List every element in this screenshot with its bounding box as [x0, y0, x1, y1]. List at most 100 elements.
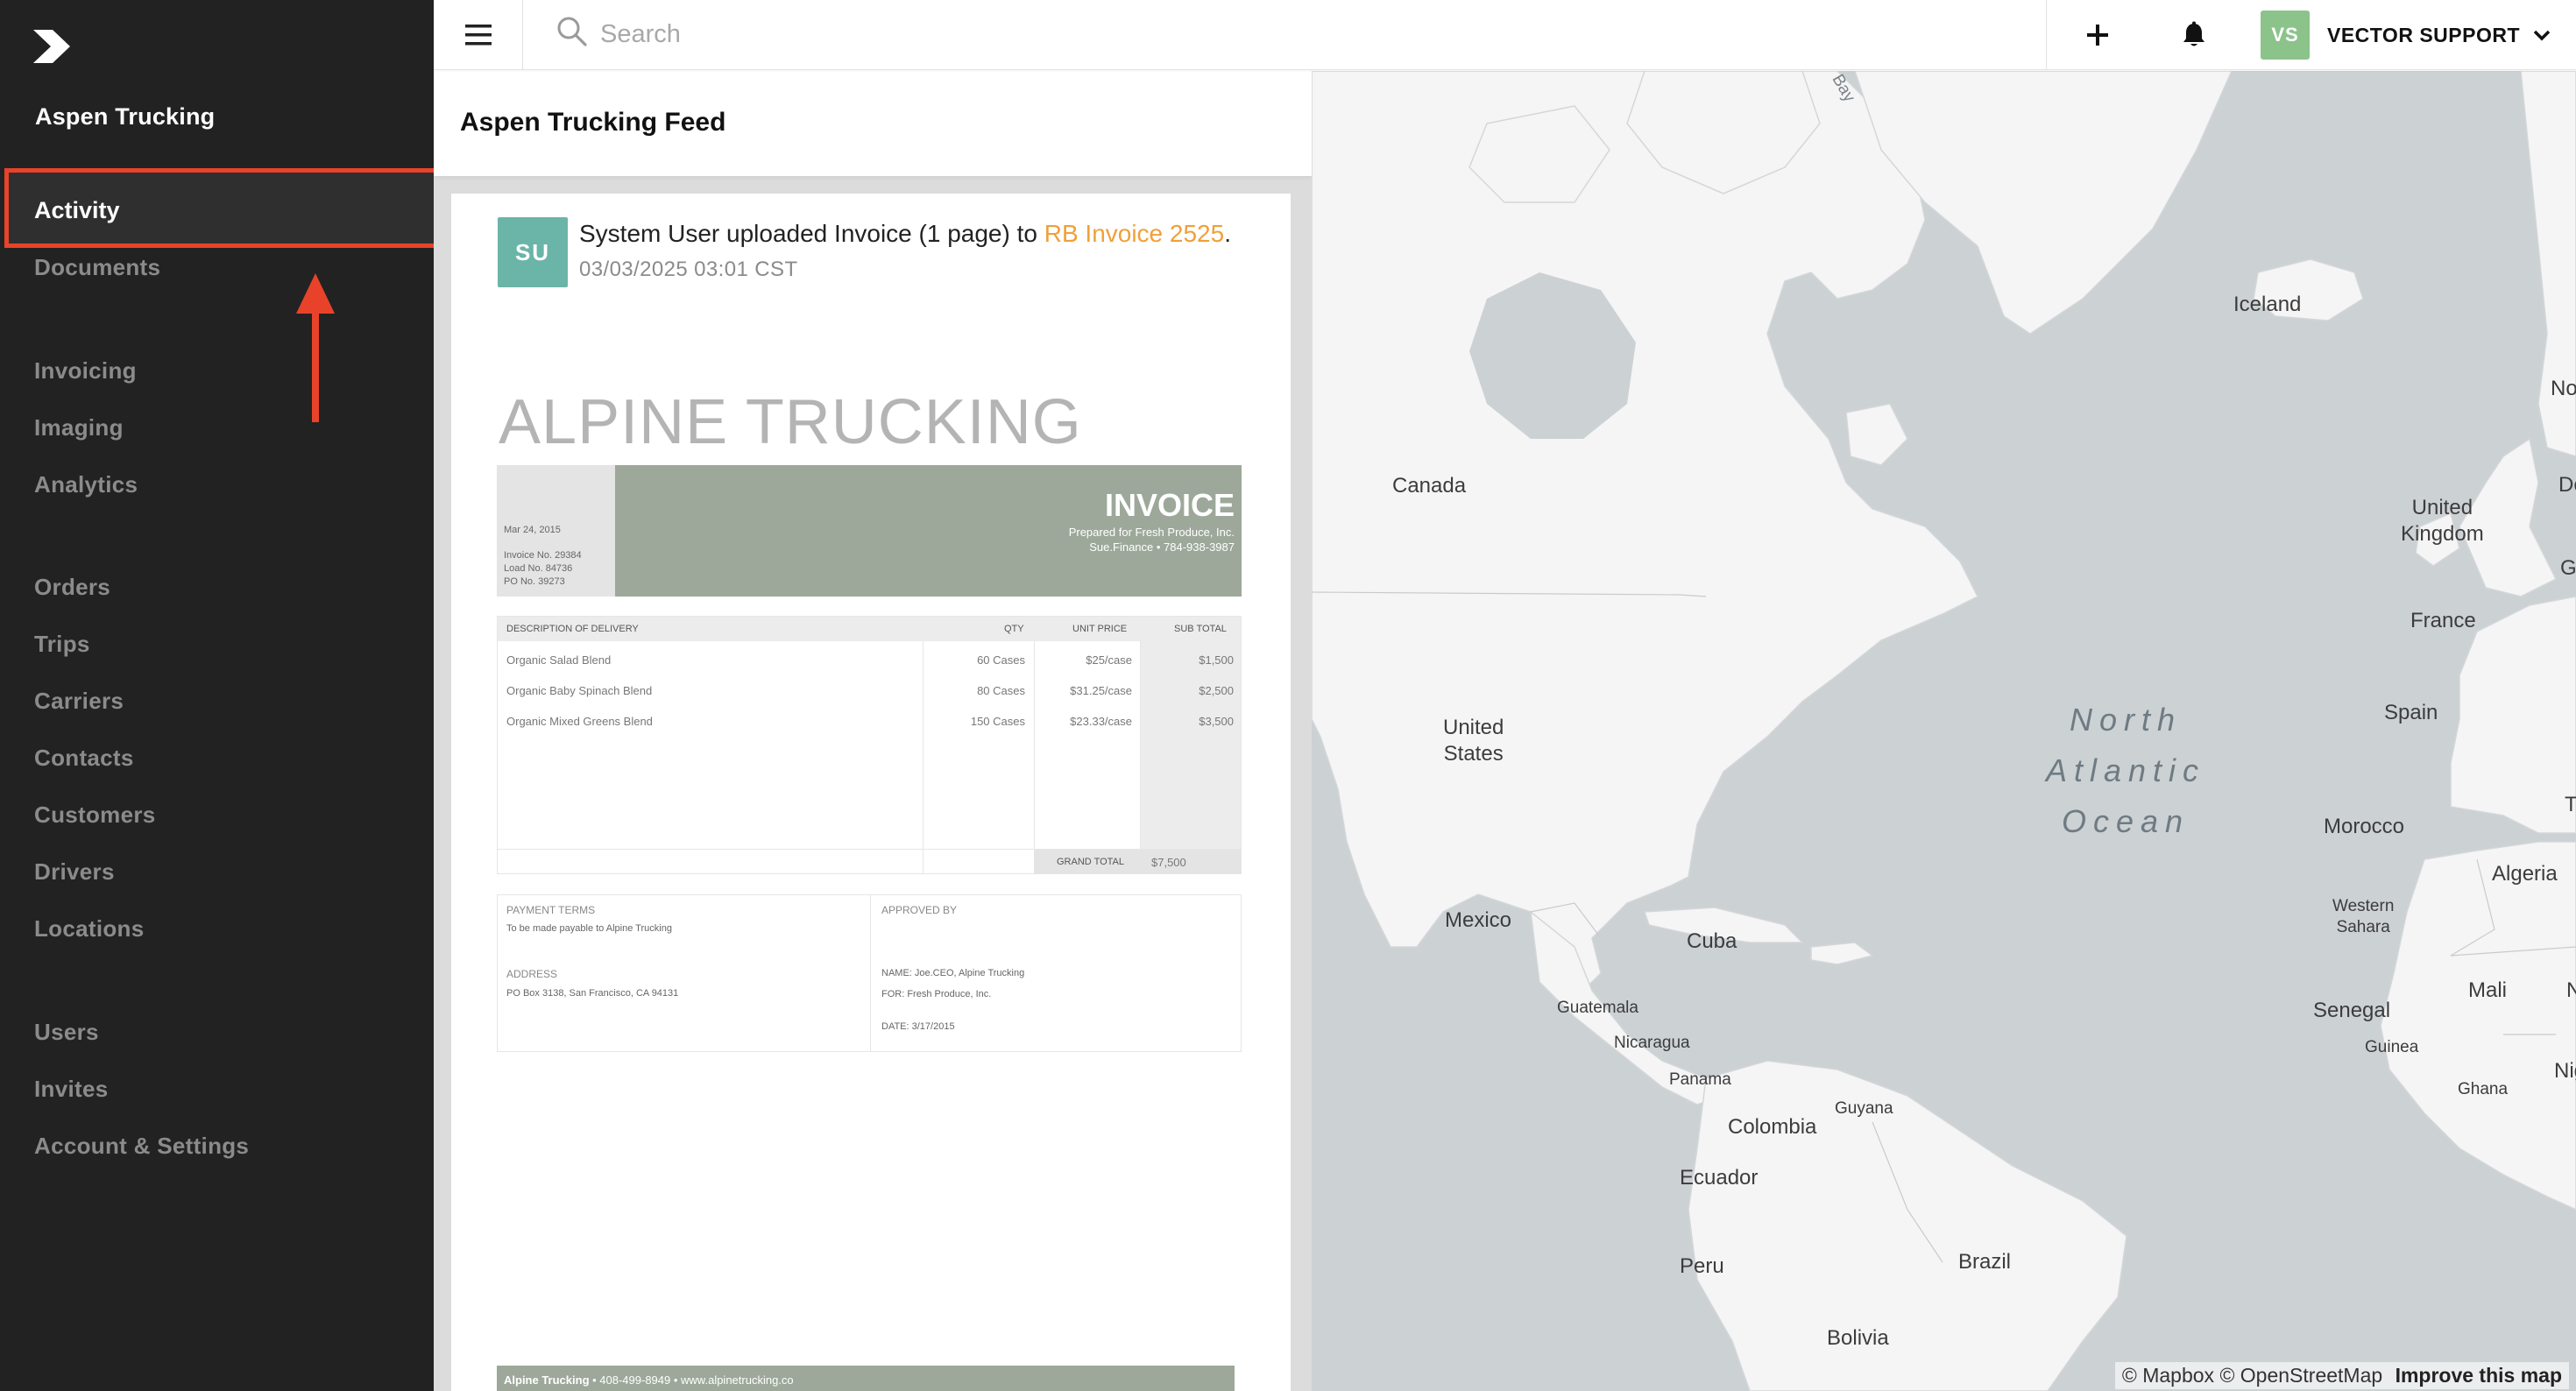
map-label-bolivia: Bolivia: [1827, 1326, 1889, 1350]
doc-footer-text: Alpine Trucking • 408-499-8949 • www.alp…: [504, 1373, 794, 1387]
doc-invoice-no: Invoice No. 29384: [504, 550, 582, 561]
doc-row-subtotal: $2,500: [1199, 684, 1234, 697]
map-label-morocco: Morocco: [2324, 815, 2405, 838]
activity-card: SU System User uploaded Invoice (1 page)…: [451, 194, 1291, 1391]
map-label-partial: No: [2551, 377, 2576, 400]
map-label-partial: Nig: [2554, 1059, 2576, 1083]
sidebar-item-account-settings[interactable]: Account & Settings: [34, 1133, 249, 1160]
doc-footer-contact: • 408-499-8949 • www.alpinetrucking.co: [589, 1373, 794, 1387]
chevron-down-icon: [2533, 30, 2551, 41]
map-label-united-kingdom: United Kingdom: [2401, 496, 2484, 546]
notifications-button[interactable]: [2173, 14, 2215, 56]
osm-attribution[interactable]: © OpenStreetMap: [2219, 1364, 2382, 1387]
feed-header: Aspen Trucking Feed: [434, 71, 1312, 176]
sidebar-item-invoicing[interactable]: Invoicing: [34, 357, 137, 385]
map-label-mexico: Mexico: [1445, 908, 1512, 932]
map-label-senegal: Senegal: [2313, 999, 2391, 1022]
map-label-partial: De: [2558, 473, 2576, 497]
doc-address-label: ADDRESS: [506, 968, 558, 980]
doc-banner-meta: Mar 24, 2015 Invoice No. 29384 Load No. …: [497, 465, 615, 597]
doc-row-price: $25/case: [1086, 653, 1132, 667]
doc-table-header: DESCRIPTION OF DELIVERY QTY UNIT PRICE S…: [498, 617, 1241, 641]
sidebar: Aspen Trucking Activity Documents Invoic…: [0, 0, 439, 1391]
invoice-document-preview[interactable]: ALPINE TRUCKING Mar 24, 2015 Invoice No.…: [497, 386, 1250, 1391]
sidebar-item-contacts[interactable]: Contacts: [34, 745, 134, 772]
activity-timestamp: 03/03/2025 03:01 CST: [579, 258, 798, 281]
map-label-partial: N: [2566, 978, 2576, 1002]
map-attribution: © Mapbox © OpenStreetMap Improve this ma…: [2114, 1362, 2569, 1389]
map-label-cuba: Cuba: [1687, 929, 1737, 953]
map-label-ghana: Ghana: [2458, 1080, 2509, 1098]
bell-icon: [2183, 21, 2204, 46]
doc-approved-name: NAME: Joe.CEO, Alpine Trucking: [881, 968, 1025, 978]
doc-grand-total-value: $7,500: [1151, 856, 1186, 869]
doc-banner: Mar 24, 2015 Invoice No. 29384 Load No. …: [497, 465, 1242, 597]
doc-row-qty: 60 Cases: [977, 653, 1025, 667]
sidebar-item-users[interactable]: Users: [34, 1019, 99, 1046]
doc-column-header: DESCRIPTION OF DELIVERY: [506, 624, 639, 634]
sidebar-item-analytics[interactable]: Analytics: [34, 471, 138, 498]
map-label-canada: Canada: [1392, 474, 1467, 498]
doc-payment-terms-label: PAYMENT TERMS: [506, 904, 596, 916]
avatar: SU: [498, 217, 568, 287]
hamburger-icon: [464, 25, 492, 46]
doc-row-subtotal: $1,500: [1199, 653, 1234, 667]
doc-divider: [1140, 641, 1141, 873]
annotation-arrow-icon: [296, 273, 335, 422]
activity-description: System User uploaded Invoice (1 page) to…: [579, 220, 1231, 248]
company-name: Aspen Trucking: [35, 103, 216, 130]
improve-map-link[interactable]: Improve this map: [2396, 1364, 2562, 1387]
app-logo-icon[interactable]: [32, 26, 72, 67]
sidebar-item-activity[interactable]: Activity: [9, 173, 434, 247]
map-label-brazil: Brazil: [1958, 1250, 2012, 1274]
map-label-panama: Panama: [1669, 1070, 1731, 1089]
sidebar-item-customers[interactable]: Customers: [34, 801, 156, 829]
map-label-france: France: [2410, 609, 2476, 632]
doc-contact-line: Sue.Finance • 784-938-3987: [1089, 540, 1235, 554]
feed-panel: Aspen Trucking Feed SU System User uploa…: [434, 71, 1312, 1391]
doc-grand-total-label: GRAND TOTAL: [1057, 857, 1125, 867]
map-label-guinea: Guinea: [2365, 1038, 2419, 1056]
doc-line-items-table: DESCRIPTION OF DELIVERY QTY UNIT PRICE S…: [497, 616, 1242, 874]
hamburger-menu-button[interactable]: [434, 0, 523, 70]
search-input[interactable]: [600, 12, 1301, 56]
map-label-ocean: North Atlantic Ocean: [2046, 702, 2206, 839]
add-button[interactable]: [2077, 14, 2119, 56]
sidebar-item-carriers[interactable]: Carriers: [34, 688, 124, 715]
map-label-algeria: Algeria: [2492, 862, 2558, 886]
sidebar-item-trips[interactable]: Trips: [34, 631, 90, 658]
sidebar-item-label: Activity: [34, 197, 120, 223]
sidebar-item-documents[interactable]: Documents: [34, 254, 160, 281]
doc-column-header: UNIT PRICE: [1072, 624, 1128, 634]
doc-row-desc: Organic Mixed Greens Blend: [506, 715, 653, 728]
sidebar-item-orders[interactable]: Orders: [34, 574, 110, 601]
map-label-partial: T: [2565, 793, 2576, 816]
doc-date: Mar 24, 2015: [504, 525, 561, 535]
doc-terms-section: PAYMENT TERMS To be made payable to Alpi…: [497, 894, 1242, 1052]
doc-subtotal-column: [1140, 641, 1241, 849]
sidebar-item-invites[interactable]: Invites: [34, 1076, 108, 1103]
user-menu[interactable]: VS VECTOR SUPPORT: [2261, 7, 2551, 63]
doc-row-subtotal: $3,500: [1199, 715, 1234, 728]
doc-address: PO Box 3138, San Francisco, CA 94131: [506, 988, 679, 999]
doc-prepared-for-line: Prepared for Fresh Produce, Inc.: [1068, 526, 1235, 539]
map-label-peru: Peru: [1680, 1254, 1724, 1278]
sidebar-item-drivers[interactable]: Drivers: [34, 858, 115, 886]
map-label-guatemala: Guatemala: [1557, 999, 1638, 1017]
activity-period: .: [1224, 220, 1231, 247]
page-title: Aspen Trucking Feed: [460, 108, 726, 137]
doc-column-header: QTY: [1004, 624, 1024, 634]
doc-footer-name: Alpine Trucking: [504, 1373, 590, 1387]
map[interactable]: Canada Iceland United States United King…: [1312, 71, 2576, 1391]
doc-divider: [923, 641, 924, 873]
sidebar-item-imaging[interactable]: Imaging: [34, 414, 124, 441]
doc-row-qty: 80 Cases: [977, 684, 1025, 697]
mapbox-attribution[interactable]: © Mapbox: [2122, 1364, 2214, 1387]
doc-po-no: PO No. 39273: [504, 576, 565, 587]
doc-row-price: $23.33/case: [1070, 715, 1132, 728]
sidebar-item-locations[interactable]: Locations: [34, 915, 145, 943]
doc-divider: [1034, 641, 1035, 873]
activity-actor: System User: [579, 220, 720, 247]
search-icon: [557, 17, 587, 46]
invoice-link[interactable]: RB Invoice 2525: [1044, 220, 1224, 247]
